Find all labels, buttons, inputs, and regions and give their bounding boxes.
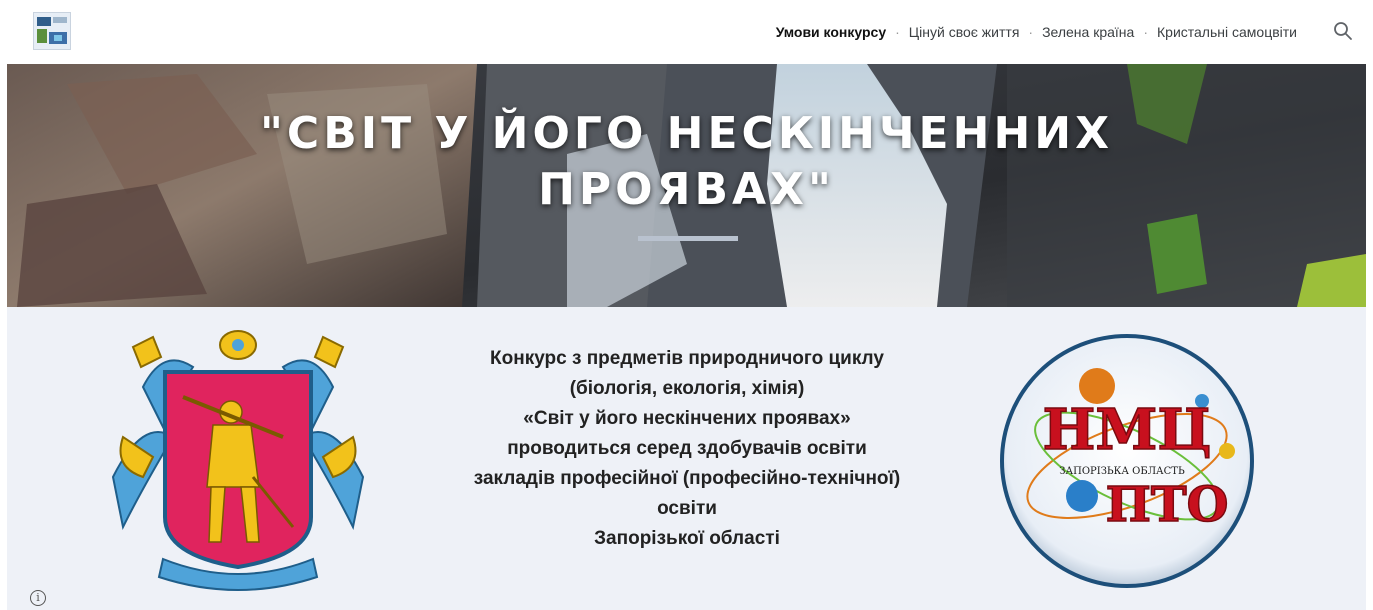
top-bar: Умови конкурсу · Цінуй своє життя · Зеле…: [0, 0, 1373, 64]
nav-separator: ·: [1028, 24, 1034, 40]
nmc-logo-region-text: ЗАПОРІЗЬКА ОБЛАСТЬ: [1059, 466, 1185, 477]
nmc-pto-logo-icon: НМЦ ЗАПОРІЗЬКА ОБЛАСТЬ ПТО: [1000, 334, 1254, 588]
hero-banner: "СВІТ У ЙОГО НЕСКІНЧЕННИХ ПРОЯВАХ": [7, 64, 1366, 307]
hero-title-line-2: ПРОЯВАХ": [538, 164, 835, 215]
nmc-logo-top-text: НМЦ: [1042, 397, 1211, 463]
title-underline: [638, 236, 738, 241]
description-line: Запорізької області: [594, 528, 780, 549]
search-icon[interactable]: [1332, 20, 1354, 42]
description-line: «Світ у його нескінчених проявах»: [523, 408, 851, 429]
description-line: Конкурс з предметів природничого циклу: [490, 348, 884, 369]
nav-item-green-country[interactable]: Зелена країна: [1042, 24, 1134, 40]
nav-separator: ·: [895, 24, 900, 40]
contest-description: Конкурс з предметів природничого циклу (…: [407, 344, 967, 554]
intro-section: Конкурс з предметів природничого циклу (…: [7, 307, 1366, 610]
hero-title-line-1: "СВІТ У ЙОГО НЕСКІНЧЕННИХ: [259, 108, 1114, 159]
nav-item-value-your-life[interactable]: Цінуй своє життя: [909, 24, 1020, 40]
nav-item-crystal-gems[interactable]: Кристальні самоцвіти: [1157, 24, 1297, 40]
zaporizhzhia-coat-of-arms-icon: [111, 330, 365, 591]
description-line: освіти: [657, 498, 717, 519]
nav-separator: ·: [1143, 24, 1148, 40]
info-icon[interactable]: i: [30, 590, 46, 606]
main-nav: Умови конкурсу · Цінуй своє життя · Зеле…: [776, 24, 1297, 40]
nmc-logo-bottom-text: ПТО: [1106, 477, 1229, 533]
nav-item-contest-conditions[interactable]: Умови конкурсу: [776, 24, 886, 40]
site-logo[interactable]: [33, 12, 71, 50]
hero-title: "СВІТ У ЙОГО НЕСКІНЧЕННИХ ПРОЯВАХ": [7, 106, 1366, 218]
description-line: проводиться серед здобувачів освіти: [507, 438, 867, 459]
description-line: закладів професійної (професійно-технічн…: [473, 468, 901, 489]
description-line: (біологія, екологія, хімія): [569, 378, 805, 399]
